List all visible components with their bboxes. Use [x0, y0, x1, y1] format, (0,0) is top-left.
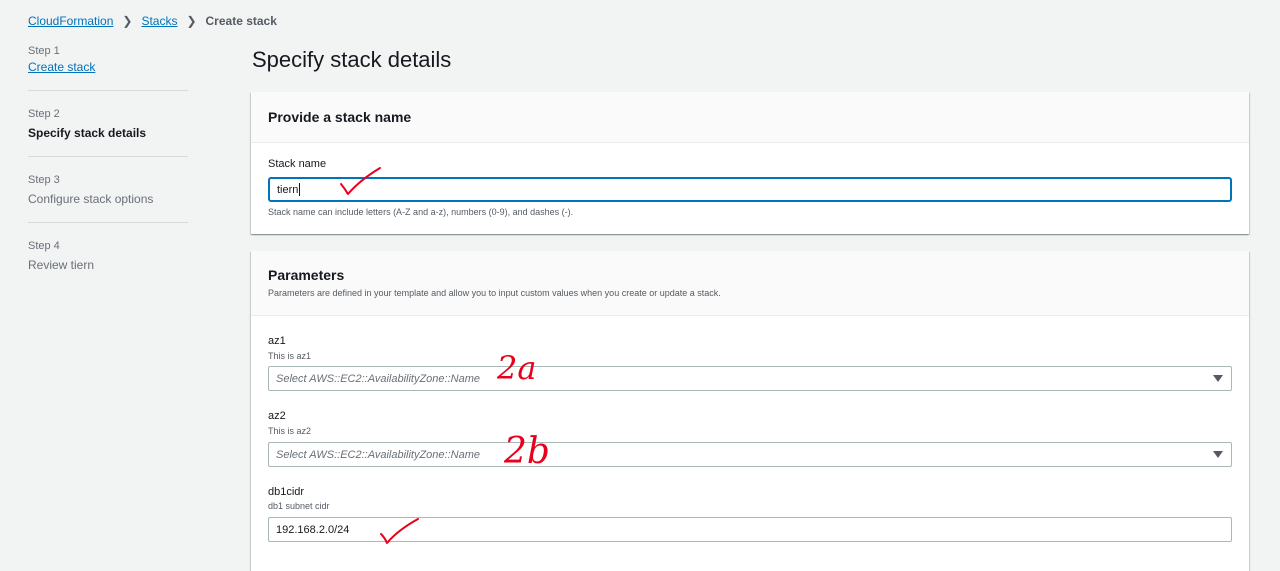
caret-down-icon — [1213, 451, 1223, 458]
step-number: Step 1 — [28, 45, 60, 57]
step-number: Step 4 — [28, 240, 60, 252]
param-az1-label: az1 — [268, 335, 286, 347]
stack-name-input[interactable]: tiern — [268, 177, 1232, 202]
wizard-step-1: Step 1 Create stack — [28, 44, 188, 91]
wizard-steps: Step 1 Create stack Step 2 Specify stack… — [28, 44, 188, 304]
breadcrumb-cloudformation[interactable]: CloudFormation — [28, 14, 113, 28]
step-number: Step 3 — [28, 174, 60, 186]
db1cidr-value: 192.168.2.0/24 — [276, 523, 350, 536]
param-db1cidr-description: db1 subnet cidr — [268, 501, 330, 511]
stack-name-value: tiern — [277, 183, 299, 196]
param-az2-description: This is az2 — [268, 426, 312, 436]
wizard-step-3: Step 3 Configure stack options — [28, 173, 188, 223]
step-link-create-stack[interactable]: Create stack — [28, 60, 95, 74]
panel-title: Parameters — [268, 267, 345, 283]
step-number: Step 2 — [28, 108, 60, 120]
step-title: Configure stack options — [28, 192, 154, 206]
az1-select[interactable]: Select AWS::EC2::AvailabilityZone::Name — [268, 366, 1232, 391]
stack-name-panel: Provide a stack name Stack name tiern St… — [251, 92, 1249, 234]
param-db1cidr-label: db1cidr — [268, 486, 305, 498]
panel-title: Provide a stack name — [268, 109, 412, 125]
wizard-step-4: Step 4 Review tiern — [28, 239, 188, 288]
caret-down-icon — [1213, 375, 1223, 382]
param-az2-label: az2 — [268, 410, 286, 422]
parameters-panel: Parameters Parameters are defined in you… — [251, 251, 1249, 571]
step-title-current: Specify stack details — [28, 126, 147, 140]
db1cidr-input[interactable]: 192.168.2.0/24 — [268, 517, 1232, 542]
panel-header: Parameters Parameters are defined in you… — [251, 251, 1249, 316]
wizard-step-2: Step 2 Specify stack details — [28, 107, 188, 157]
chevron-right-icon: ❯ — [122, 14, 133, 28]
az2-select[interactable]: Select AWS::EC2::AvailabilityZone::Name — [268, 442, 1232, 467]
az2-select-placeholder: Select AWS::EC2::AvailabilityZone::Name — [276, 448, 480, 461]
step-title: Review tiern — [28, 258, 95, 272]
stack-name-constraint: Stack name can include letters (A-Z and … — [268, 207, 574, 217]
chevron-right-icon: ❯ — [186, 14, 197, 28]
az1-select-placeholder: Select AWS::EC2::AvailabilityZone::Name — [276, 372, 480, 385]
page-title: Specify stack details — [252, 47, 452, 72]
text-cursor — [299, 183, 301, 196]
breadcrumb-current: Create stack — [205, 14, 277, 28]
panel-header: Provide a stack name — [251, 92, 1249, 143]
panel-description: Parameters are defined in your template … — [268, 288, 721, 298]
breadcrumb: CloudFormation ❯ Stacks ❯ Create stack — [28, 14, 277, 28]
param-az1-description: This is az1 — [268, 351, 312, 361]
stack-name-label: Stack name — [268, 158, 327, 170]
breadcrumb-stacks[interactable]: Stacks — [141, 14, 177, 28]
